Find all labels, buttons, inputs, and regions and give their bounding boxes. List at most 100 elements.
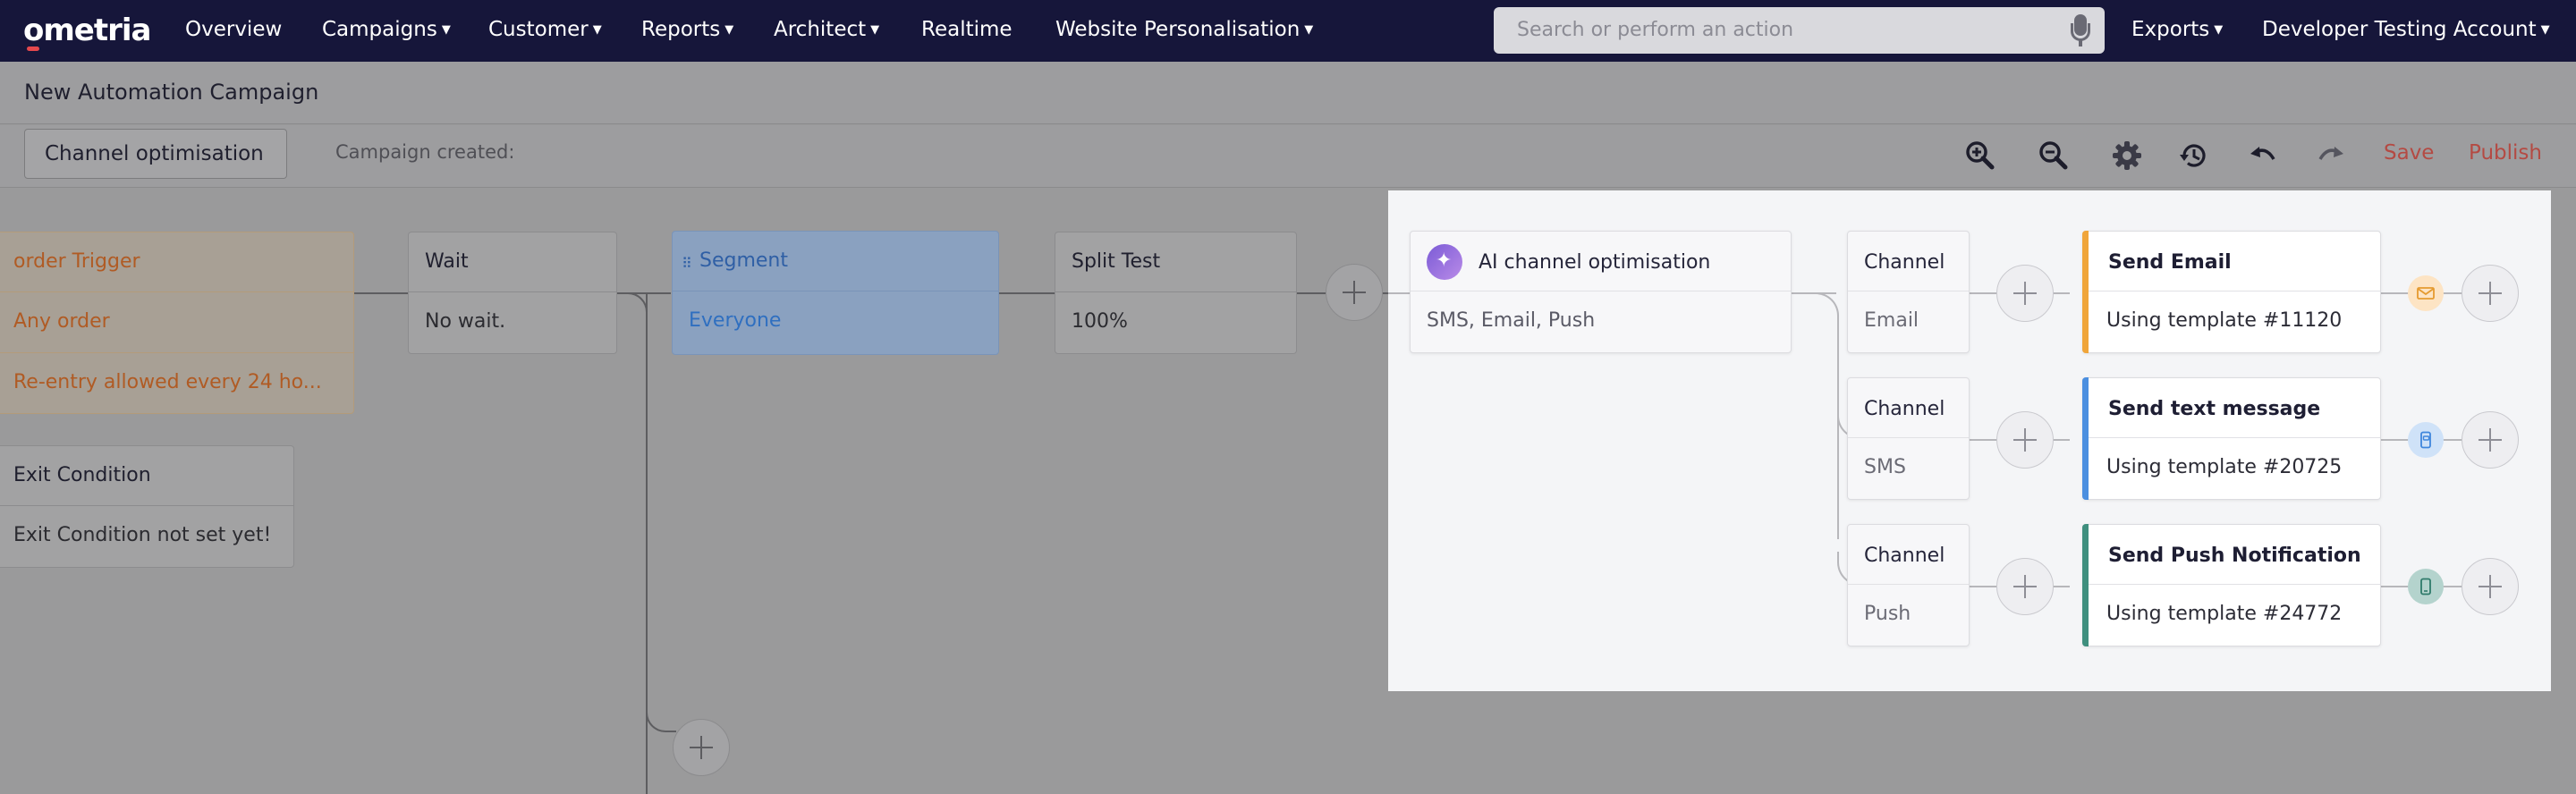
- trigger-reentry: Re-entry allowed every 24 ho...: [13, 371, 322, 393]
- channel-title: Channel: [1848, 525, 1969, 585]
- sparkle-icon: [1427, 244, 1462, 280]
- channel-card-sms[interactable]: Channel SMS: [1847, 377, 1970, 500]
- microphone-icon[interactable]: [2071, 14, 2090, 46]
- caret-down-icon: ▼: [2540, 23, 2550, 37]
- logo-text: ometria: [23, 13, 151, 48]
- add-step-button[interactable]: [2462, 265, 2519, 322]
- connector-curve: [617, 292, 648, 314]
- nav-exports-label: Exports: [2131, 18, 2210, 41]
- send-email-card[interactable]: Send Email Using template #11120: [2082, 231, 2381, 353]
- channel-value: SMS: [1864, 456, 1906, 478]
- nav-reports-label: Reports: [641, 18, 721, 41]
- channel-value: Email: [1864, 309, 1919, 332]
- exit-condition-card[interactable]: Exit Condition Exit Condition not set ye…: [0, 445, 294, 568]
- add-step-button[interactable]: [1996, 265, 2054, 322]
- add-step-button[interactable]: [2462, 411, 2519, 469]
- exit-condition-body: Exit Condition not set yet!: [13, 524, 272, 546]
- action-title: Send Email: [2083, 232, 2380, 291]
- split-test-title: Split Test: [1055, 232, 1296, 292]
- nav-website-personalisation-label: Website Personalisation: [1055, 18, 1301, 41]
- add-step-button[interactable]: [673, 719, 730, 776]
- channel-title: Channel: [1848, 232, 1969, 291]
- wait-card[interactable]: Wait No wait.: [408, 232, 617, 354]
- drag-handle-icon[interactable]: ⠿: [682, 255, 692, 272]
- ometria-logo[interactable]: ometria: [23, 13, 151, 51]
- ai-card-title: AI channel optimisation: [1411, 232, 1791, 291]
- action-title: Send text message: [2083, 378, 2380, 438]
- page-title: New Automation Campaign: [24, 80, 319, 105]
- add-step-button[interactable]: [1996, 411, 2054, 469]
- action-template: Using template #24772: [2106, 603, 2343, 625]
- channel-card-push[interactable]: Channel Push: [1847, 524, 1970, 646]
- caret-down-icon: ▼: [870, 23, 880, 37]
- email-accent-bar: [2082, 231, 2089, 353]
- account-name: Developer Testing Account: [2262, 18, 2537, 41]
- zoom-in-icon[interactable]: [1962, 138, 1998, 173]
- segment-title: Segment: [699, 249, 788, 272]
- nav-realtime-label: Realtime: [921, 18, 1013, 41]
- add-step-button[interactable]: [1326, 264, 1383, 321]
- nav-campaigns-label: Campaigns: [322, 18, 437, 41]
- connector-curve: [646, 707, 676, 732]
- redo-icon[interactable]: [2313, 138, 2349, 173]
- sms-accent-bar: [2082, 377, 2089, 500]
- undo-icon[interactable]: [2245, 138, 2281, 173]
- caret-down-icon: ▼: [1304, 23, 1314, 37]
- connector: [354, 292, 408, 294]
- exit-condition-title: Exit Condition: [0, 446, 293, 506]
- nav-architect[interactable]: Architect ▼: [774, 18, 879, 41]
- add-step-button[interactable]: [2462, 558, 2519, 615]
- caret-down-icon: ▼: [724, 23, 734, 37]
- connector-curve: [1809, 292, 1839, 328]
- caret-down-icon: ▼: [2214, 23, 2224, 37]
- save-button[interactable]: Save: [2384, 141, 2434, 165]
- wait-title: Wait: [409, 232, 616, 292]
- segment-card[interactable]: ⠿ Segment Everyone: [672, 231, 999, 355]
- search-placeholder: Search or perform an action: [1517, 19, 1794, 41]
- envelope-icon: [2408, 275, 2444, 311]
- wait-body: No wait.: [425, 310, 506, 333]
- connector: [999, 292, 1055, 294]
- segment-title-row: ⠿ Segment: [673, 232, 998, 291]
- action-template: Using template #20725: [2106, 456, 2343, 478]
- nav-customer[interactable]: Customer ▼: [488, 18, 602, 41]
- connector: [1388, 292, 1410, 294]
- split-test-card[interactable]: Split Test 100%: [1055, 232, 1297, 354]
- channel-card-email[interactable]: Channel Email: [1847, 231, 1970, 353]
- nav-overview[interactable]: Overview: [185, 18, 282, 41]
- caret-down-icon: ▼: [441, 23, 451, 37]
- nav-reports[interactable]: Reports ▼: [641, 18, 733, 41]
- nav-realtime[interactable]: Realtime: [921, 18, 1013, 41]
- gear-icon[interactable]: [2109, 138, 2145, 173]
- order-trigger-card[interactable]: order Trigger Any order Re-entry allowed…: [0, 232, 354, 414]
- title-row: New Automation Campaign: [0, 62, 2576, 124]
- toolbar-row: Channel optimisation Campaign created: S…: [0, 125, 2576, 188]
- connector: [1297, 292, 1326, 294]
- nav-campaigns[interactable]: Campaigns ▼: [322, 18, 451, 41]
- channel-optimisation-panel: AI channel optimisation SMS, Email, Push…: [1388, 190, 2551, 691]
- campaign-created-label: Campaign created:: [335, 141, 515, 163]
- nav-exports[interactable]: Exports ▼: [2131, 18, 2223, 41]
- send-push-notification-card[interactable]: Send Push Notification Using template #2…: [2082, 524, 2381, 646]
- publish-button[interactable]: Publish: [2469, 141, 2542, 165]
- history-icon[interactable]: [2176, 138, 2212, 173]
- zoom-out-icon[interactable]: [2036, 138, 2072, 173]
- nav-architect-label: Architect: [774, 18, 867, 41]
- send-text-message-card[interactable]: Send text message Using template #20725: [2082, 377, 2381, 500]
- logo-dot: [27, 46, 39, 51]
- segment-body: Everyone: [689, 309, 782, 332]
- push-accent-bar: [2082, 524, 2089, 646]
- search-bar[interactable]: Search or perform an action: [1494, 7, 2105, 54]
- phone-message-icon: [2408, 422, 2444, 458]
- trigger-condition: Any order: [0, 292, 353, 353]
- account-menu[interactable]: Developer Testing Account ▼: [2262, 18, 2550, 41]
- nav-website-personalisation[interactable]: Website Personalisation ▼: [1055, 18, 1313, 41]
- trigger-title: order Trigger: [0, 232, 353, 292]
- add-step-button[interactable]: [1996, 558, 2054, 615]
- action-title: Send Push Notification: [2083, 525, 2380, 585]
- campaign-name-field[interactable]: Channel optimisation: [24, 129, 287, 179]
- action-template: Using template #11120: [2106, 309, 2343, 332]
- ai-channel-optimisation-card[interactable]: AI channel optimisation SMS, Email, Push: [1410, 231, 1792, 353]
- top-nav: ometria Overview Campaigns ▼ Customer ▼ Re…: [0, 0, 2576, 62]
- channel-title: Channel: [1848, 378, 1969, 438]
